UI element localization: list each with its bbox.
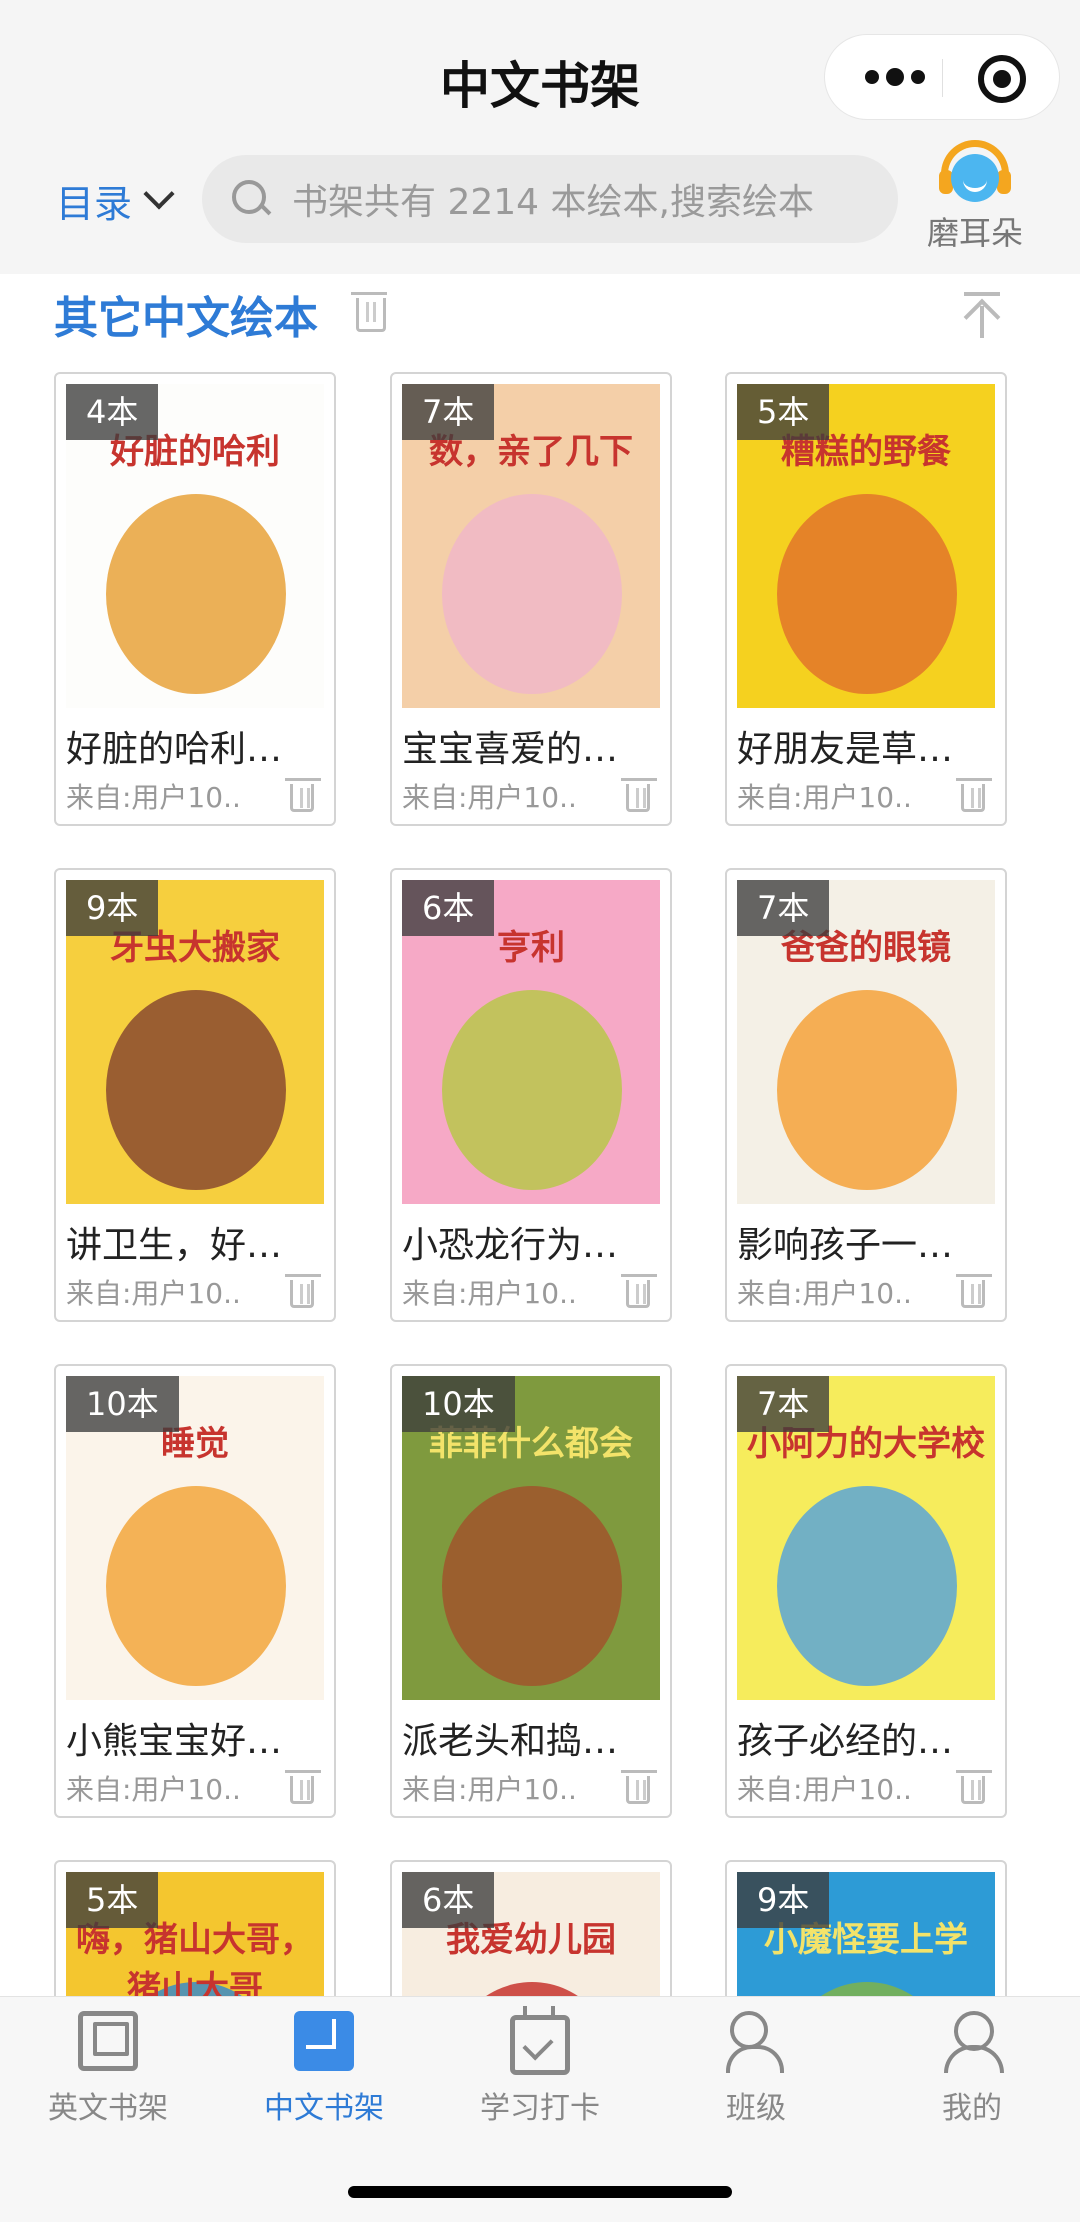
tab-label: 学习打卡 — [480, 2091, 600, 2126]
book-card[interactable]: 爸爸的眼镜 7本影响孩子一… 来自:用户10.. — [725, 868, 1007, 1322]
tab-label: 英文书架 — [48, 2091, 168, 2126]
book-title: 讲卫生，好… — [66, 1225, 283, 1266]
tab-study-checkin[interactable]: 学习打卡 — [460, 2006, 620, 2127]
book-cover[interactable]: 小阿力的大学校 7本 — [737, 1376, 995, 1700]
cover-illustration — [777, 494, 957, 694]
search-input[interactable]: 书架共有 2214 本绘本,搜索绘本 — [202, 155, 898, 243]
tab-label: 班级 — [726, 2091, 786, 2126]
book-title: 宝宝喜爱的… — [402, 729, 619, 770]
capsule-divider — [942, 59, 943, 97]
delete-icon[interactable] — [285, 1770, 321, 1804]
cover-illustration — [442, 494, 622, 694]
count-badge: 5本 — [737, 384, 830, 440]
cover-illustration — [106, 1486, 286, 1686]
book-title: 好朋友是草… — [737, 729, 954, 770]
book-cover[interactable]: 菲菲什么都会 10本 — [402, 1376, 660, 1700]
book-source: 来自:用户10.. — [402, 1773, 577, 1806]
delete-icon[interactable] — [956, 1274, 992, 1308]
more-icon[interactable] — [865, 61, 925, 93]
book-card[interactable]: 糟糕的野餐 5本好朋友是草… 来自:用户10.. — [725, 372, 1007, 826]
delete-icon[interactable] — [621, 1274, 657, 1308]
search-placeholder: 书架共有 2214 本绘本,搜索绘本 — [292, 182, 814, 223]
calendar-check-icon — [510, 2006, 570, 2075]
count-badge: 9本 — [737, 1872, 830, 1928]
close-target-icon[interactable] — [978, 55, 1026, 103]
back-to-top-icon[interactable] — [962, 292, 1002, 340]
cover-illustration — [777, 1486, 957, 1686]
book-cover[interactable]: 爸爸的眼镜 7本 — [737, 880, 995, 1204]
book-card[interactable]: 睡觉 10本小熊宝宝好… 来自:用户10.. — [54, 1364, 336, 1818]
book-card[interactable]: 好脏的哈利 4本好脏的哈利… 来自:用户10.. — [54, 372, 336, 826]
tab-mine[interactable]: 我的 — [892, 2011, 1052, 2127]
headphones-icon — [939, 140, 1011, 204]
cover-illustration — [106, 990, 286, 1190]
book-title: 派老头和捣… — [402, 1721, 619, 1762]
section-title: 其它中文绘本 — [54, 293, 318, 344]
delete-icon[interactable] — [956, 778, 992, 812]
book-cover[interactable]: 亨利 6本 — [402, 880, 660, 1204]
book-cover[interactable]: 糟糕的野餐 5本 — [737, 384, 995, 708]
count-badge: 5本 — [66, 1872, 159, 1928]
cover-illustration — [106, 494, 286, 694]
tab-chinese-shelf[interactable]: 中文书架 — [244, 2011, 404, 2127]
book-cover[interactable]: 好脏的哈利 4本 — [66, 384, 324, 708]
section-delete-icon[interactable] — [351, 292, 387, 332]
cover-illustration — [777, 990, 957, 1190]
count-badge: 7本 — [402, 384, 495, 440]
book-title: 小恐龙行为… — [402, 1225, 619, 1266]
top-bar: 中文书架 目录 书架共有 2214 本绘本,搜索绘本 磨耳朵 — [0, 0, 1080, 274]
catalog-menu-label: 目录 — [56, 181, 133, 226]
book-source: 来自:用户10.. — [402, 781, 577, 814]
group-icon — [726, 2011, 786, 2073]
count-badge: 7本 — [737, 880, 830, 936]
book-title: 孩子必经的… — [737, 1721, 954, 1762]
search-icon — [232, 180, 270, 218]
book-cover[interactable]: 牙虫大搬家 9本 — [66, 880, 324, 1204]
book-source: 来自:用户10.. — [737, 781, 912, 814]
delete-icon[interactable] — [285, 778, 321, 812]
book-card[interactable]: 亨利 6本小恐龙行为… 来自:用户10.. — [390, 868, 672, 1322]
tab-label: 中文书架 — [264, 2091, 384, 2126]
count-badge: 7本 — [737, 1376, 830, 1432]
tab-english-shelf[interactable]: 英文书架 — [28, 2011, 188, 2127]
book-card[interactable]: 小阿力的大学校 7本孩子必经的… 来自:用户10.. — [725, 1364, 1007, 1818]
tab-class[interactable]: 班级 — [676, 2011, 836, 2127]
listen-button[interactable]: 磨耳朵 — [920, 140, 1030, 254]
listen-label: 磨耳朵 — [926, 214, 1023, 252]
book-card[interactable]: 牙虫大搬家 9本讲卫生，好… 来自:用户10.. — [54, 868, 336, 1322]
delete-icon[interactable] — [956, 1770, 992, 1804]
delete-icon[interactable] — [285, 1274, 321, 1308]
delete-icon[interactable] — [621, 778, 657, 812]
book-source: 来自:用户10.. — [402, 1277, 577, 1310]
book-title: 影响孩子一… — [737, 1225, 954, 1266]
count-badge: 10本 — [66, 1376, 179, 1432]
cover-illustration — [442, 1486, 622, 1686]
count-badge: 10本 — [402, 1376, 515, 1432]
book-cover[interactable]: 睡觉 10本 — [66, 1376, 324, 1700]
cover-illustration — [442, 990, 622, 1190]
count-badge: 4本 — [66, 384, 159, 440]
tab-label: 我的 — [942, 2091, 1002, 2126]
book-title: 好脏的哈利… — [66, 729, 283, 770]
book-title: 小熊宝宝好… — [66, 1721, 283, 1762]
book-source: 来自:用户10.. — [66, 1277, 241, 1310]
count-badge: 6本 — [402, 1872, 495, 1928]
chevron-down-icon — [143, 178, 175, 210]
book-source: 来自:用户10.. — [737, 1773, 912, 1806]
user-icon — [942, 2011, 1004, 2073]
count-badge: 9本 — [66, 880, 159, 936]
book-source: 来自:用户10.. — [737, 1277, 912, 1310]
book-icon — [78, 2011, 138, 2071]
book-source: 来自:用户10.. — [66, 781, 241, 814]
mini-program-capsule — [824, 34, 1060, 120]
delete-icon[interactable] — [621, 1770, 657, 1804]
count-badge: 6本 — [402, 880, 495, 936]
book-card[interactable]: 数，亲了几下 7本宝宝喜爱的… 来自:用户10.. — [390, 372, 672, 826]
catalog-menu-button[interactable]: 目录 — [56, 175, 175, 226]
book-source: 来自:用户10.. — [66, 1773, 241, 1806]
book-card[interactable]: 菲菲什么都会 10本派老头和捣… 来自:用户10.. — [390, 1364, 672, 1818]
book-icon — [294, 2011, 354, 2071]
home-indicator — [348, 2186, 732, 2198]
book-cover[interactable]: 数，亲了几下 7本 — [402, 384, 660, 708]
